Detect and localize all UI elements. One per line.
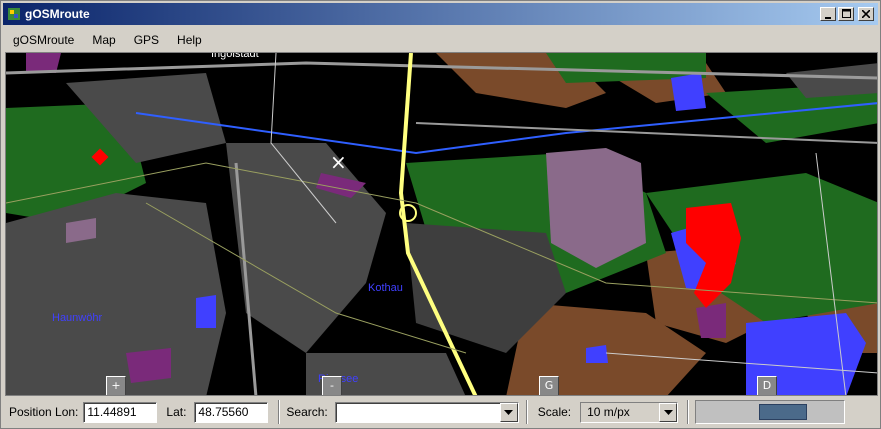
lat-label: Lat: bbox=[166, 405, 187, 419]
chevron-down-icon bbox=[663, 409, 673, 415]
window-controls bbox=[820, 7, 874, 21]
progress-fill bbox=[759, 404, 808, 420]
search-dropdown-button[interactable] bbox=[499, 402, 518, 422]
close-button[interactable] bbox=[858, 7, 874, 21]
search-input[interactable] bbox=[334, 401, 519, 423]
close-icon bbox=[861, 9, 871, 19]
zoom-out-button[interactable]: - bbox=[322, 376, 342, 395]
menu-bar: gOSMroute Map GPS Help bbox=[3, 28, 878, 51]
scale-combo[interactable]: 10 m/px bbox=[580, 401, 679, 423]
place-label-haunwoehr: Haunwöhr bbox=[52, 312, 103, 324]
separator bbox=[687, 400, 690, 424]
app-icon bbox=[8, 8, 20, 20]
zoom-in-button[interactable]: + bbox=[106, 376, 126, 395]
lat-field[interactable] bbox=[194, 401, 269, 423]
menu-gps[interactable]: GPS bbox=[132, 33, 161, 47]
maximize-button[interactable] bbox=[838, 7, 854, 21]
menu-map[interactable]: Map bbox=[90, 33, 117, 47]
minimize-button[interactable] bbox=[820, 7, 836, 21]
app-window: gOSMroute gOSMroute Map GPS Help Ingolst… bbox=[0, 0, 881, 429]
progress-bar bbox=[695, 400, 846, 424]
separator bbox=[525, 400, 528, 424]
lon-label: Position Lon: bbox=[9, 405, 79, 419]
menu-gosmroute[interactable]: gOSMroute bbox=[11, 33, 76, 47]
place-label-ingolstadt: Ingolstadt bbox=[211, 52, 259, 60]
search-label: Search: bbox=[286, 405, 328, 419]
position-marker-icon: × bbox=[330, 150, 347, 174]
separator bbox=[278, 400, 281, 424]
scale-label: Scale: bbox=[537, 405, 572, 419]
map-canvas[interactable] bbox=[6, 53, 878, 396]
menu-help[interactable]: Help bbox=[175, 33, 204, 47]
minimize-icon bbox=[825, 17, 831, 19]
lon-field[interactable] bbox=[83, 401, 158, 423]
chevron-down-icon bbox=[504, 409, 514, 415]
place-label-kothau: Kothau bbox=[368, 282, 403, 294]
search-combo[interactable] bbox=[334, 401, 519, 423]
d-button[interactable]: D bbox=[757, 376, 777, 395]
status-bar: Position Lon: Lat: Search: Scale: 10 m/p… bbox=[3, 397, 878, 427]
maximize-icon bbox=[841, 9, 851, 18]
g-button[interactable]: G bbox=[539, 376, 559, 395]
scale-dropdown-button[interactable] bbox=[659, 402, 678, 422]
window-title: gOSMroute bbox=[25, 7, 90, 21]
map-view[interactable]: Ingolstadt Haunwöhr Kothau Ringsee × + -… bbox=[5, 52, 878, 396]
title-bar[interactable]: gOSMroute bbox=[3, 3, 878, 25]
